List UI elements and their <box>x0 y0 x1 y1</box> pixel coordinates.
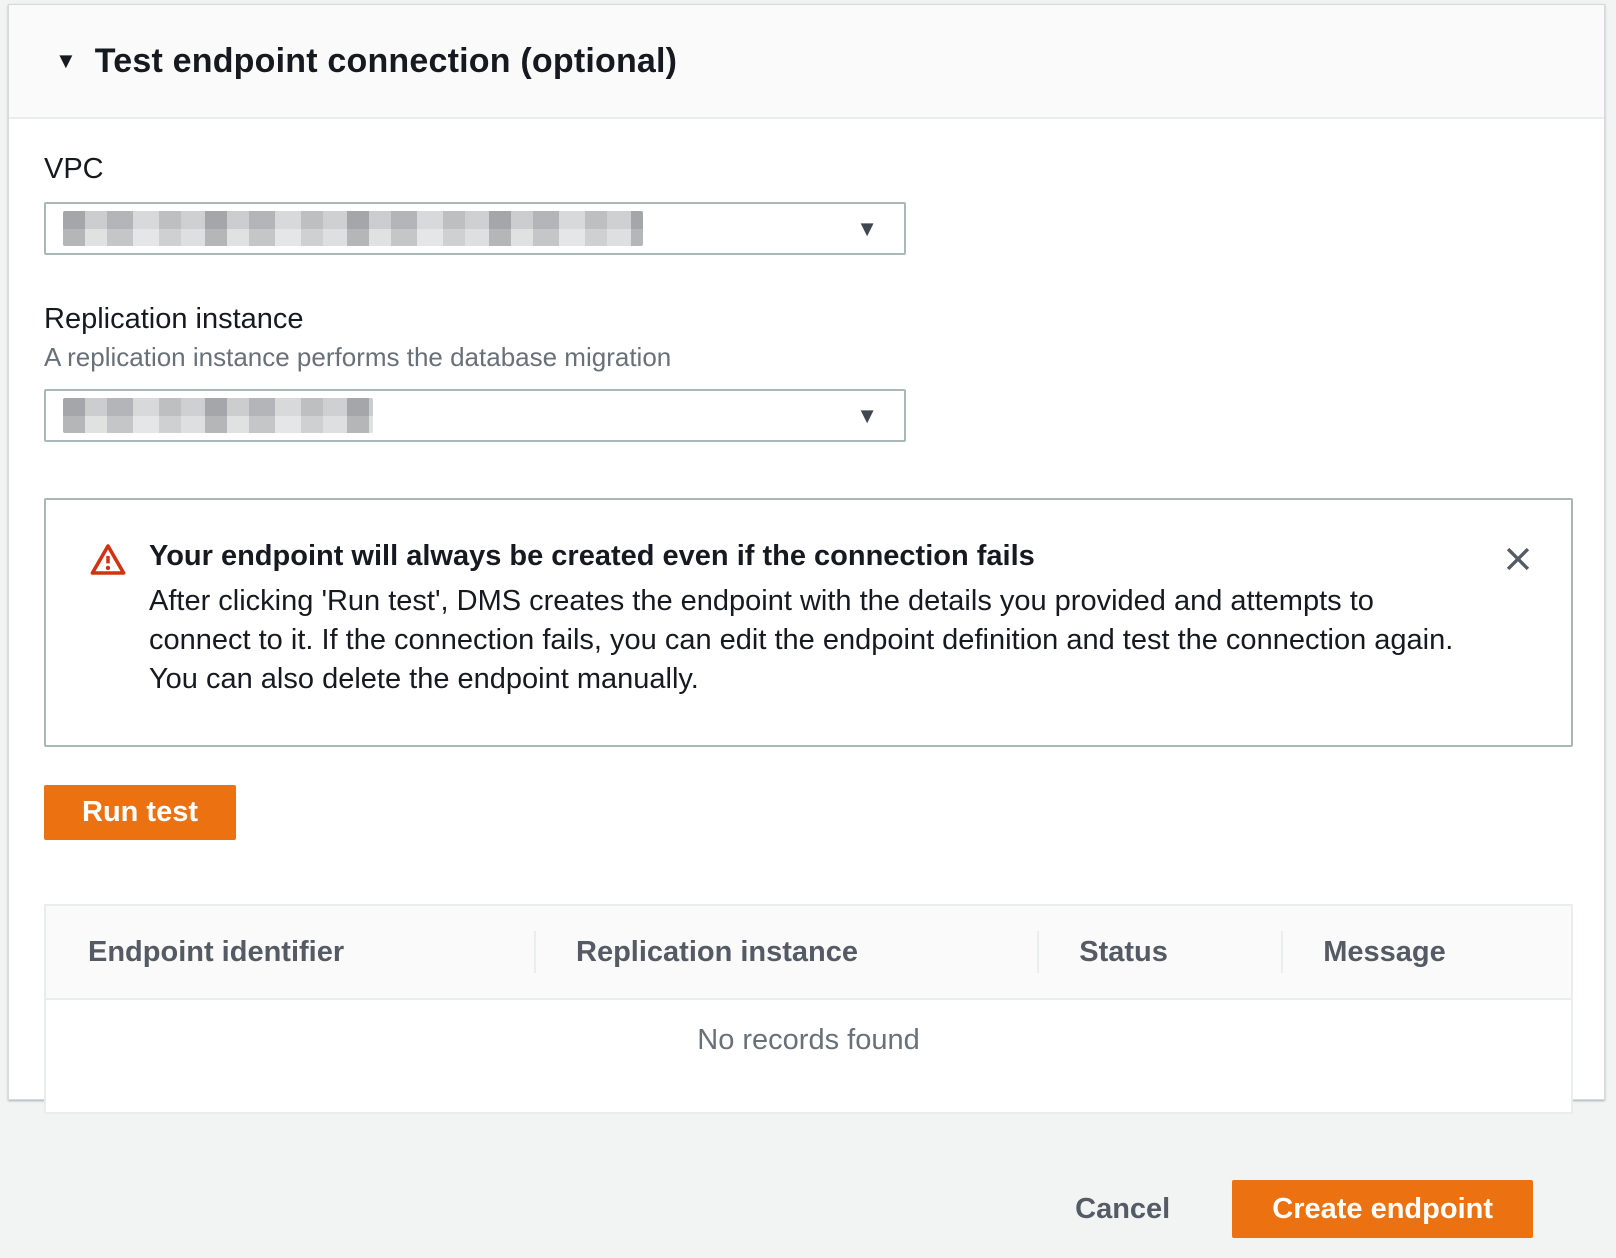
section-body: VPC ▼ Replication instance A replication… <box>9 153 1604 1114</box>
warning-alert: Your endpoint will always be created eve… <box>44 498 1573 747</box>
warning-icon <box>90 543 126 581</box>
replication-instance-selected-value-redacted <box>63 398 373 433</box>
table-header-row: Endpoint identifier Replication instance… <box>46 906 1571 1000</box>
column-header-status: Status <box>1037 906 1281 998</box>
replication-instance-select[interactable]: ▼ <box>44 389 906 442</box>
replication-instance-description: A replication instance performs the data… <box>44 342 1573 373</box>
dropdown-caret-icon: ▼ <box>856 405 878 427</box>
test-endpoint-connection-section: ▼ Test endpoint connection (optional) VP… <box>8 4 1605 1100</box>
replication-instance-label: Replication instance <box>44 303 1573 336</box>
vpc-select[interactable]: ▼ <box>44 202 906 255</box>
close-icon[interactable] <box>1501 542 1535 576</box>
warning-alert-body: After clicking 'Run test', DMS creates t… <box>149 582 1461 699</box>
run-test-button[interactable]: Run test <box>44 785 236 840</box>
section-header[interactable]: ▼ Test endpoint connection (optional) <box>9 5 1604 119</box>
collapse-triangle-icon[interactable]: ▼ <box>55 50 77 72</box>
column-header-endpoint-identifier: Endpoint identifier <box>46 906 534 998</box>
cancel-button[interactable]: Cancel <box>1075 1193 1170 1226</box>
column-header-replication-instance: Replication instance <box>534 906 1037 998</box>
dropdown-caret-icon: ▼ <box>856 218 878 240</box>
test-results-table: Endpoint identifier Replication instance… <box>44 904 1573 1114</box>
empty-state-text: No records found <box>46 1000 1571 1112</box>
footer-actions: Cancel Create endpoint <box>0 1180 1616 1238</box>
warning-alert-text: Your endpoint will always be created eve… <box>149 540 1501 699</box>
vpc-label: VPC <box>44 153 1573 186</box>
warning-alert-title: Your endpoint will always be created eve… <box>149 540 1461 573</box>
vpc-selected-value-redacted <box>63 211 643 246</box>
column-header-message: Message <box>1281 906 1571 998</box>
section-title: Test endpoint connection (optional) <box>95 42 677 81</box>
create-endpoint-button[interactable]: Create endpoint <box>1232 1180 1533 1238</box>
